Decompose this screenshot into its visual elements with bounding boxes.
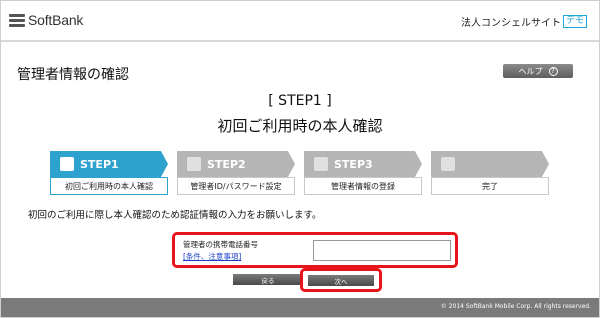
step-complete: 完了 — [431, 151, 549, 195]
question-icon: ? — [548, 66, 558, 76]
service-name-text: 法人コンシェルサイト — [460, 18, 561, 29]
footer: © 2014 SoftBank Mobile Corp. All rights … — [1, 298, 599, 317]
header: SoftBank 法人コンシェルサイト デモ — [1, 1, 599, 39]
step-2: STEP2 管理者ID/パスワード設定 — [177, 151, 295, 195]
terms-link[interactable]: [条件、注意事項] — [183, 251, 241, 262]
key-icon — [187, 157, 201, 171]
step-caption: 完了 — [431, 177, 549, 195]
page-title: 管理者情報の確認 — [17, 67, 129, 83]
step-heading: [ STEP1 ] — [268, 93, 332, 109]
service-name: 法人コンシェルサイト デモ — [461, 14, 587, 29]
phone-form: 管理者の携帯電話番号 [条件、注意事項] — [172, 232, 458, 268]
demo-badge: デモ — [562, 15, 587, 28]
header-divider — [1, 40, 599, 42]
instruction-text: 初回のご利用に際し本人確認のため認証情報の入力をお願いします。 — [28, 210, 322, 221]
step-caption: 管理者情報の登録 — [304, 177, 422, 195]
help-button[interactable]: ヘルプ ? — [503, 64, 573, 78]
softbank-logo-icon — [9, 13, 25, 27]
copyright-text: © 2014 SoftBank Mobile Corp. All rights … — [440, 303, 591, 310]
step-label: STEP1 — [80, 157, 119, 171]
back-button[interactable]: 戻る — [233, 274, 303, 285]
step-label: STEP2 — [207, 157, 246, 171]
help-label: ヘルプ — [518, 66, 543, 76]
step-label: STEP3 — [334, 157, 373, 171]
step-caption: 初回ご利用時の本人確認 — [50, 177, 168, 195]
softbank-logo[interactable]: SoftBank — [9, 11, 83, 29]
step-caption: 管理者ID/パスワード設定 — [177, 177, 295, 195]
phone-label: 管理者の携帯電話番号 — [183, 240, 258, 249]
progress-stepper: STEP1 初回ご利用時の本人確認 STEP2 管理者ID/パスワード設定 ST… — [50, 151, 550, 195]
step-1: STEP1 初回ご利用時の本人確認 — [50, 151, 168, 195]
step1-icon — [60, 157, 74, 171]
logo-text: SoftBank — [28, 12, 84, 28]
next-button[interactable]: 次へ — [308, 275, 374, 286]
user-icon — [314, 157, 328, 171]
step-subheading: 初回ご利用時の本人確認 — [217, 117, 383, 135]
phone-input[interactable] — [313, 240, 451, 261]
step-3: STEP3 管理者情報の登録 — [304, 151, 422, 195]
next-button-highlight: 次へ — [300, 268, 382, 292]
checkered-flag-icon — [441, 157, 455, 171]
